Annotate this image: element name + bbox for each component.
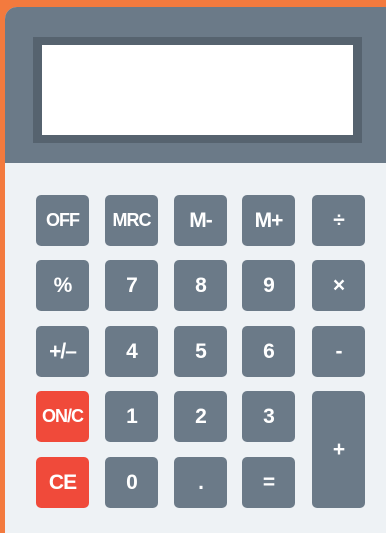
- clear-entry-button[interactable]: CE: [36, 457, 89, 508]
- equals-button[interactable]: =: [242, 457, 295, 508]
- calculator-display: [42, 45, 353, 135]
- plus-minus-button[interactable]: +/–: [36, 326, 89, 377]
- plus-button[interactable]: +: [312, 391, 365, 508]
- digit-6-button[interactable]: 6: [242, 326, 295, 377]
- digit-1-button[interactable]: 1: [105, 391, 158, 442]
- memory-minus-button[interactable]: M-: [174, 195, 227, 246]
- calculator-top-panel: [5, 7, 386, 163]
- digit-0-button[interactable]: 0: [105, 457, 158, 508]
- digit-8-button[interactable]: 8: [174, 260, 227, 311]
- divide-button[interactable]: ÷: [312, 195, 365, 246]
- memory-plus-button[interactable]: M+: [242, 195, 295, 246]
- minus-button[interactable]: -: [312, 326, 365, 377]
- digit-7-button[interactable]: 7: [105, 260, 158, 311]
- digit-5-button[interactable]: 5: [174, 326, 227, 377]
- digit-2-button[interactable]: 2: [174, 391, 227, 442]
- multiply-button[interactable]: ×: [312, 260, 365, 311]
- calculator-body: OFF MRC M- M+ ÷ % 7 8 9 × +/– 4 5 6 - ON…: [5, 7, 386, 533]
- off-button[interactable]: OFF: [36, 195, 89, 246]
- on-clear-button[interactable]: ON/C: [36, 391, 89, 442]
- mrc-button[interactable]: MRC: [105, 195, 158, 246]
- digit-9-button[interactable]: 9: [242, 260, 295, 311]
- digit-3-button[interactable]: 3: [242, 391, 295, 442]
- percent-button[interactable]: %: [36, 260, 89, 311]
- digit-4-button[interactable]: 4: [105, 326, 158, 377]
- decimal-button[interactable]: .: [174, 457, 227, 508]
- display-frame: [33, 37, 362, 143]
